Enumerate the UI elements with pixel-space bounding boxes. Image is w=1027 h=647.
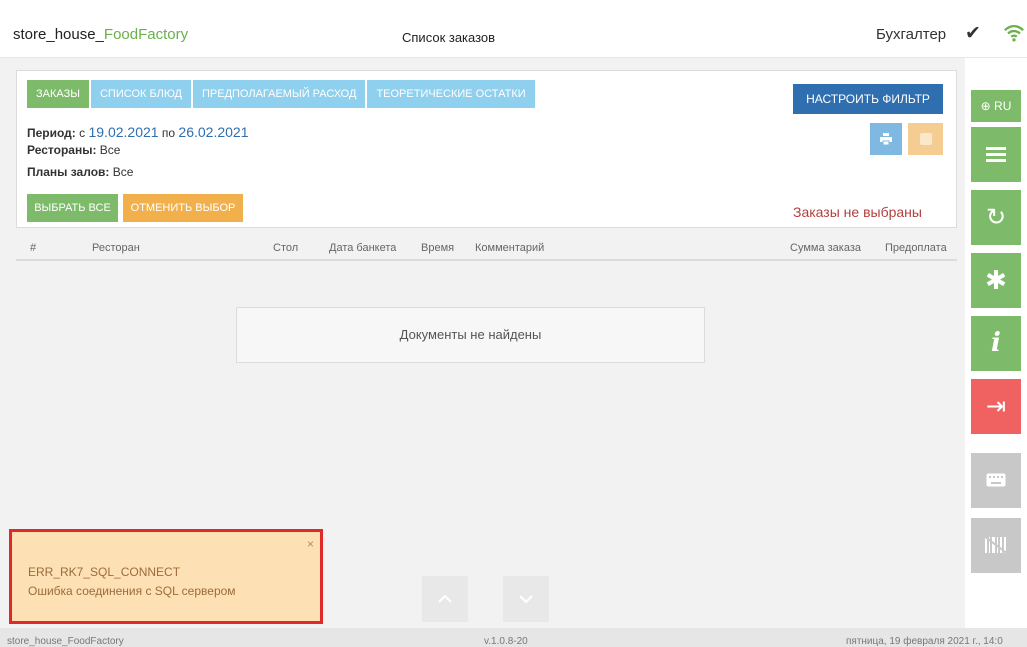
tab-theoretical-stock[interactable]: Теоретические остатки — [367, 80, 535, 108]
scroll-up-button[interactable] — [422, 576, 468, 622]
chevron-down-icon — [519, 595, 533, 604]
settings-button[interactable]: ✱ — [971, 253, 1021, 308]
logout-button[interactable]: ⇥ — [971, 379, 1021, 434]
period-from-word: с — [79, 126, 86, 140]
footer-app-name: store_house_FoodFactory — [7, 636, 124, 647]
error-code: ERR_RK7_SQL_CONNECT — [28, 565, 181, 579]
restaurants-value: Все — [99, 143, 121, 157]
column-header-number[interactable]: # — [30, 242, 36, 254]
error-toast: × ERR_RK7_SQL_CONNECT Ошибка соединения … — [9, 529, 323, 624]
page-title: Список заказов — [402, 30, 496, 45]
error-message: Ошибка соединения с SQL сервером — [28, 584, 236, 598]
language-label: RU — [994, 99, 1012, 113]
sync-icon: ↻ — [985, 204, 1007, 231]
cancel-selection-button[interactable]: Отменить выбор — [123, 194, 243, 222]
barcode-off-icon — [983, 535, 1009, 555]
column-header-prepayment[interactable]: Предоплата — [885, 242, 947, 254]
keyboard-icon — [986, 473, 1006, 487]
period-label: Период: — [27, 126, 76, 140]
column-header-comment[interactable]: Комментарий — [475, 242, 544, 254]
period-from-date[interactable]: 19.02.2021 — [88, 124, 158, 140]
app-title-accent: FoodFactory — [103, 26, 189, 43]
pdf-export-button[interactable] — [908, 123, 943, 155]
column-header-restaurant[interactable]: Ресторан — [92, 242, 140, 254]
column-header-table[interactable]: Стол — [273, 242, 298, 254]
table-header: # Ресторан Стол Дата банкета Время Комме… — [16, 233, 957, 261]
header: store_house_FoodFactory Список заказов Б… — [0, 0, 1027, 58]
language-button[interactable]: ⊕ RU — [971, 90, 1021, 122]
barcode-button[interactable] — [971, 518, 1021, 573]
tab-bar: Заказы Список блюд Предполагаемый расход… — [27, 80, 537, 108]
check-icon: ✔ — [965, 23, 981, 44]
period-to-word: по — [161, 126, 176, 140]
restaurants-line: Рестораны: Все — [27, 143, 120, 157]
chevron-up-icon — [438, 594, 452, 603]
logout-icon: ⇥ — [985, 393, 1007, 420]
no-orders-status: Заказы не выбраны — [793, 204, 922, 220]
keyboard-button[interactable] — [971, 453, 1021, 508]
period-to-date[interactable]: 26.02.2021 — [178, 124, 248, 140]
gear-icon: ✱ — [985, 265, 1007, 295]
info-button[interactable]: i — [971, 316, 1021, 371]
close-icon[interactable]: × — [307, 537, 314, 551]
info-icon: i — [991, 328, 1001, 358]
footer: store_house_FoodFactory v.1.0.8-20 пятни… — [0, 628, 1027, 647]
sync-button[interactable]: ↻ — [971, 190, 1021, 245]
halls-label: Планы залов: — [27, 165, 110, 179]
pdf-icon — [919, 133, 932, 145]
footer-datetime: пятница, 19 февраля 2021 г., 14:0 — [846, 636, 1003, 647]
wifi-icon — [1004, 24, 1024, 42]
column-header-order-sum[interactable]: Сумма заказа — [790, 242, 861, 254]
halls-line: Планы залов: Все — [27, 165, 133, 179]
tab-dish-list[interactable]: Список блюд — [90, 80, 191, 108]
select-all-button[interactable]: Выбрать все — [27, 194, 118, 222]
scroll-down-button[interactable] — [503, 576, 549, 622]
app-title: store_house_FoodFactory — [13, 26, 188, 43]
tab-expected-consumption[interactable]: Предполагаемый расход — [192, 80, 366, 108]
tab-orders[interactable]: Заказы — [27, 80, 89, 108]
printer-icon — [880, 133, 892, 146]
globe-icon: ⊕ — [980, 99, 991, 113]
footer-version: v.1.0.8-20 — [484, 636, 528, 647]
app-title-prefix: store_house_ — [13, 26, 104, 43]
period-line: Период: с 19.02.2021 по 26.02.2021 — [27, 124, 249, 140]
column-header-time[interactable]: Время — [421, 242, 454, 254]
configure-filter-button[interactable]: Настроить фильтр — [793, 84, 943, 114]
restaurants-label: Рестораны: — [27, 143, 97, 157]
menu-button[interactable] — [971, 127, 1021, 182]
empty-state: Документы не найдены — [236, 307, 705, 363]
print-button[interactable] — [870, 123, 902, 155]
halls-value: Все — [112, 165, 134, 179]
user-role[interactable]: Бухгалтер — [876, 26, 946, 43]
column-header-banquet-date[interactable]: Дата банкета — [329, 242, 396, 254]
